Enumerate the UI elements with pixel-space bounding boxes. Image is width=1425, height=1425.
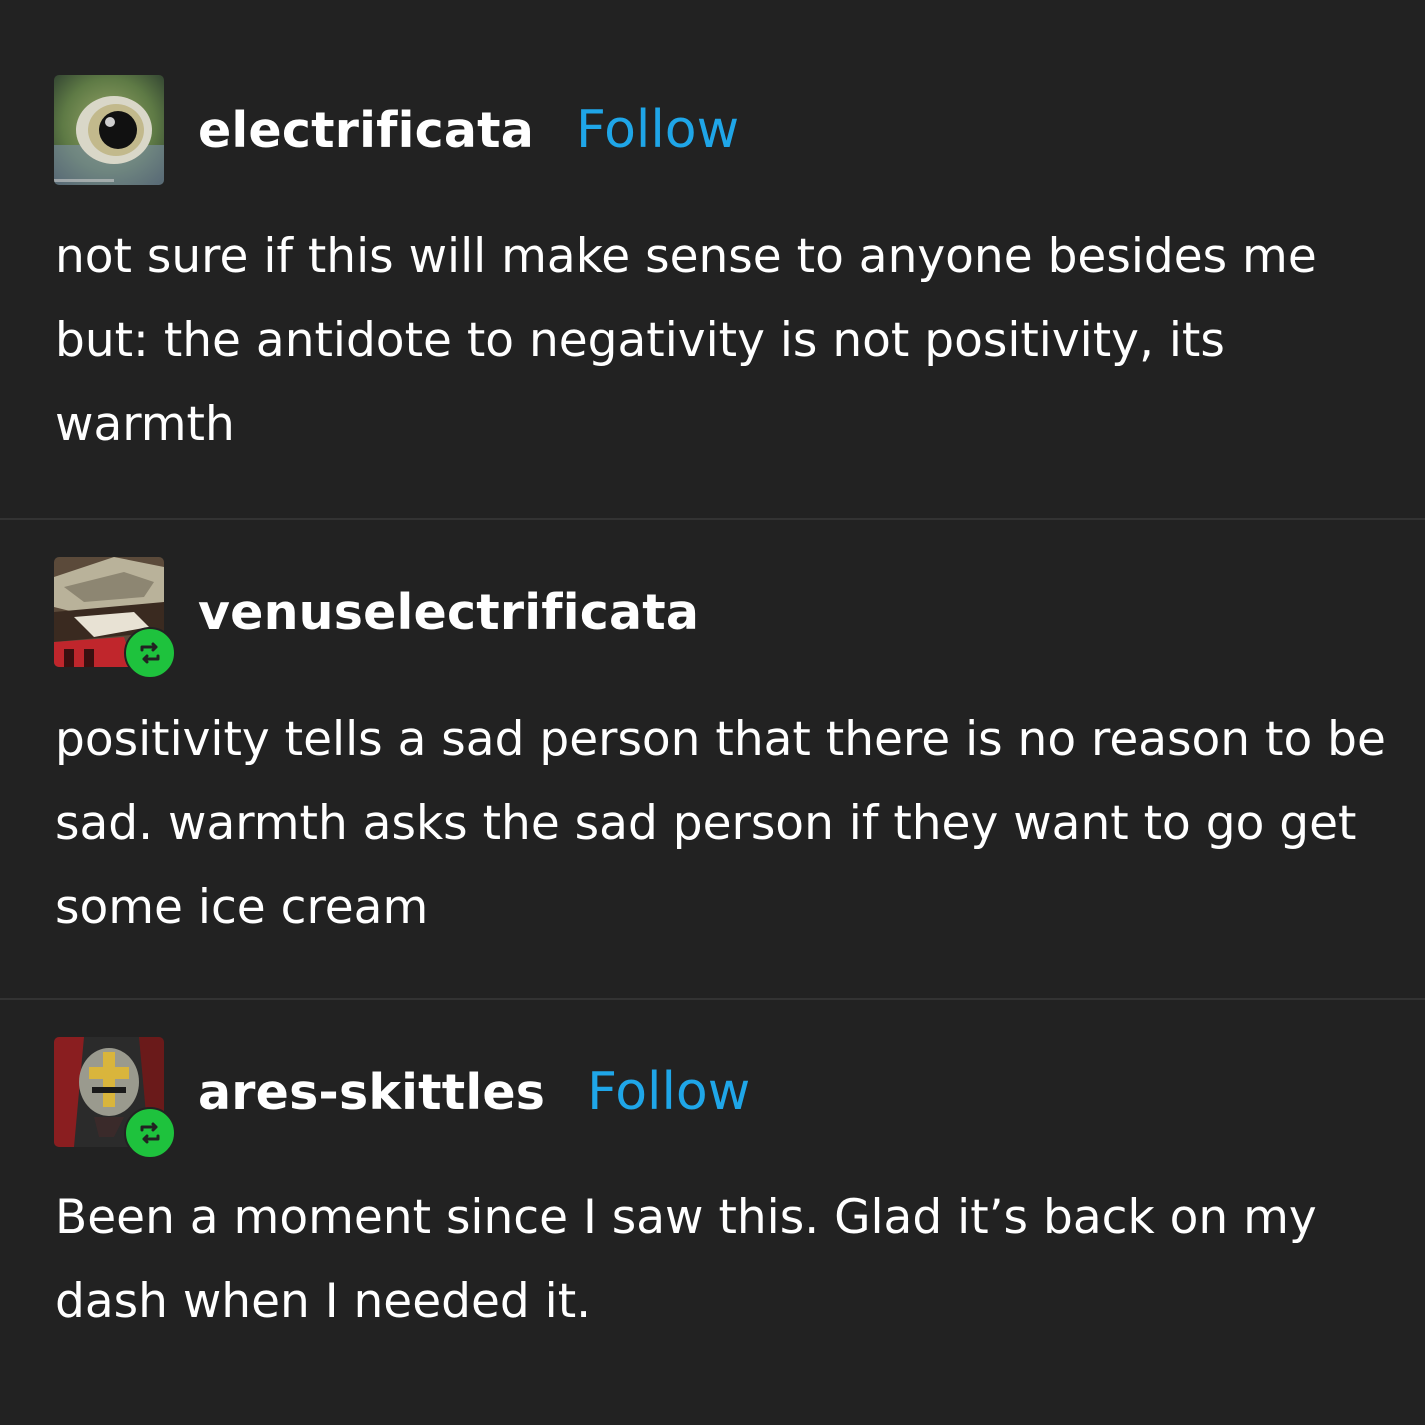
reblog-badge [124, 1107, 176, 1159]
username[interactable]: ares-skittles [198, 1064, 545, 1121]
username[interactable]: electrificata [198, 102, 534, 159]
post-header: venuselectrificata [54, 557, 699, 679]
reblog-icon [140, 642, 160, 664]
eye-avatar-icon[interactable] [54, 75, 164, 185]
helmet-avatar-icon[interactable] [54, 1037, 176, 1159]
artwork-avatar-icon[interactable] [54, 557, 176, 679]
post-text: positivity tells a sad person that there… [55, 712, 1386, 935]
reblog-badge [124, 627, 176, 679]
post-venuselectrificata: venuselectrificata positivity tells a sa… [0, 518, 1425, 998]
post-ares-skittles: ares-skittles Follow Been a moment since… [0, 998, 1425, 1425]
follow-button[interactable]: Follow [576, 100, 739, 160]
post-text: not sure if this will make sense to anyo… [55, 229, 1317, 452]
username[interactable]: venuselectrificata [198, 584, 699, 641]
post-text: Been a moment since I saw this. Glad it’… [55, 1190, 1317, 1329]
post-header: electrificata Follow [54, 75, 739, 185]
reblog-icon [140, 1122, 160, 1144]
post-header: ares-skittles Follow [54, 1037, 750, 1159]
follow-button[interactable]: Follow [587, 1062, 750, 1122]
post-electrificata: electrificata Follow not sure if this wi… [0, 0, 1425, 518]
